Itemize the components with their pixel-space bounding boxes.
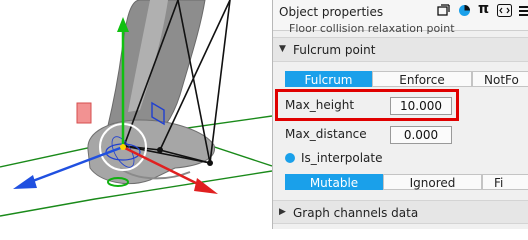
graph-channels-section-header[interactable]: ▶ Graph channels data: [273, 200, 528, 224]
panel-title: Object properties: [279, 5, 384, 19]
panel-titlebar: Floor collision relaxation point Object …: [273, 0, 528, 35]
gizmo-center[interactable]: [120, 144, 126, 150]
caret-right-icon: ▶: [279, 207, 286, 217]
tag-icon[interactable]: [437, 4, 450, 20]
code-icon[interactable]: [497, 4, 512, 20]
tab-ignored[interactable]: Ignored: [383, 174, 482, 190]
state-tab-group: Mutable Ignored Fi: [285, 174, 528, 190]
max-height-input[interactable]: 10.000: [390, 97, 452, 115]
section-label: Graph channels data: [293, 206, 419, 220]
fulcrum-point-section-header[interactable]: ▼ Fulcrum point: [273, 37, 528, 62]
tab-notfo[interactable]: NotFo: [472, 71, 528, 87]
max-height-label: Max_height: [285, 98, 355, 112]
object-properties-panel: Floor collision relaxation point Object …: [272, 0, 528, 229]
pi-icon[interactable]: π: [478, 2, 489, 16]
clipped-property-row: Floor collision relaxation point: [289, 22, 455, 35]
3d-viewport[interactable]: [0, 0, 272, 229]
section-label: Fulcrum point: [293, 43, 376, 57]
z-axis-arrow[interactable]: [13, 175, 37, 189]
tab-mutable[interactable]: Mutable: [285, 174, 383, 190]
palette-icon[interactable]: [458, 4, 471, 20]
is-interpolate-label: Is_interpolate: [301, 151, 383, 165]
max-distance-input[interactable]: 0.000: [390, 126, 452, 144]
tab-fi[interactable]: Fi: [482, 174, 528, 190]
mode-tab-group: Fulcrum Enforce NotFo: [285, 71, 528, 87]
menu-icon[interactable]: [519, 4, 528, 20]
caret-down-icon: ▼: [279, 44, 286, 54]
max-distance-label: Max_distance: [285, 127, 367, 141]
is-interpolate-toggle[interactable]: [285, 153, 295, 163]
tab-fulcrum[interactable]: Fulcrum: [285, 71, 372, 87]
tab-enforce[interactable]: Enforce: [372, 71, 472, 87]
plane-handle-xy[interactable]: [76, 102, 92, 124]
